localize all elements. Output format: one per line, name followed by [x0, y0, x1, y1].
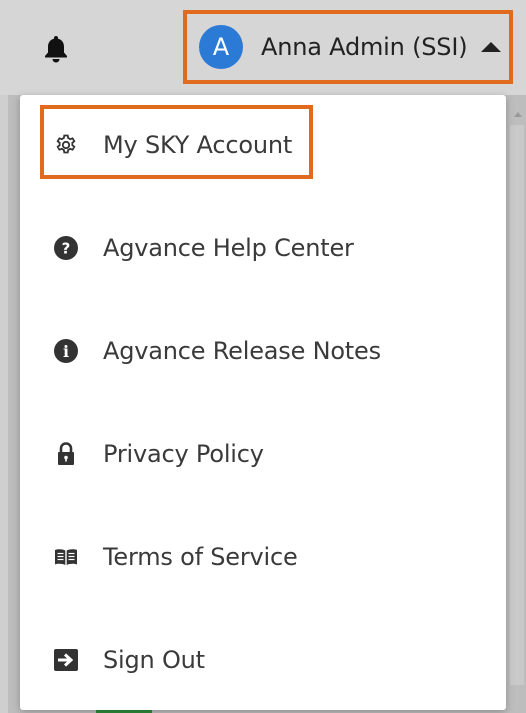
- menu-item-label: My SKY Account: [103, 131, 293, 159]
- menu-item-privacy-policy[interactable]: Privacy Policy: [20, 424, 506, 484]
- svg-text:?: ?: [62, 240, 71, 258]
- avatar-initial: A: [212, 33, 230, 61]
- menu-item-help-center[interactable]: ? Agvance Help Center: [20, 218, 506, 278]
- sign-out-icon: [53, 647, 79, 673]
- menu-item-label: Agvance Release Notes: [103, 337, 381, 365]
- menu-item-release-notes[interactable]: i Agvance Release Notes: [20, 321, 506, 381]
- menu-item-label: Terms of Service: [103, 543, 298, 571]
- scroll-up-arrow-icon[interactable]: [514, 112, 522, 117]
- user-name: Anna Admin (SSI): [261, 33, 468, 61]
- avatar: A: [199, 25, 243, 69]
- book-icon: [53, 544, 79, 570]
- user-menu-button[interactable]: A Anna Admin (SSI): [183, 10, 513, 84]
- gear-icon: [53, 132, 79, 158]
- menu-item-my-sky-account[interactable]: My SKY Account: [20, 115, 506, 175]
- caret-up-icon: [481, 42, 502, 52]
- menu-item-label: Agvance Help Center: [103, 234, 354, 262]
- question-circle-icon: ?: [53, 235, 79, 261]
- menu-item-sign-out[interactable]: Sign Out: [20, 630, 506, 690]
- scrollbar[interactable]: [510, 125, 524, 685]
- menu-item-label: Sign Out: [103, 646, 205, 674]
- menu-item-label: Privacy Policy: [103, 440, 264, 468]
- user-dropdown-menu: My SKY Account ? Agvance Help Center i A…: [20, 95, 506, 710]
- info-circle-icon: i: [53, 338, 79, 364]
- lock-icon: [53, 441, 79, 467]
- menu-item-terms-of-service[interactable]: Terms of Service: [20, 527, 506, 587]
- bell-icon[interactable]: [42, 34, 70, 64]
- svg-text:i: i: [63, 342, 69, 361]
